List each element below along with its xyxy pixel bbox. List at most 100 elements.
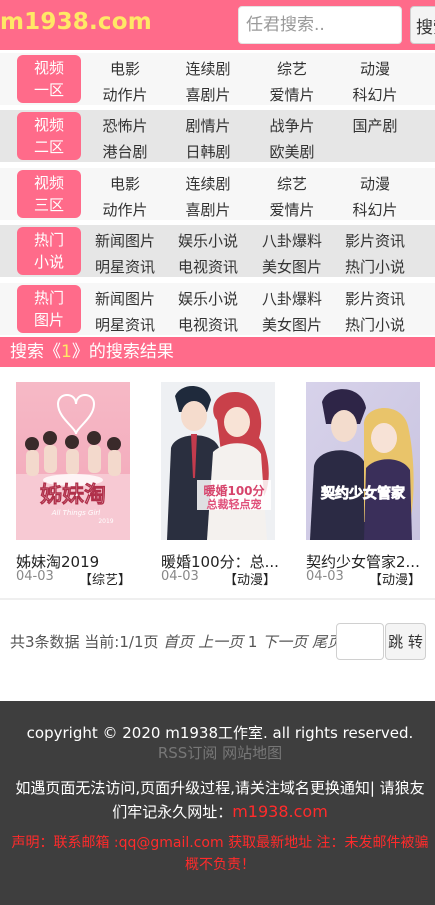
category-link[interactable]: 国产剧	[335, 115, 415, 136]
poster-image[interactable]: 契约少女管家	[306, 382, 420, 540]
poster-title: 契约少女管家	[320, 485, 406, 502]
notice-text: 如遇页面无法访问,页面升级过程,请关注域名更换通知| 请狼友们牢记永久网址：	[15, 779, 425, 821]
page-summary: 共3条数据 当前:1/1页	[10, 633, 159, 651]
category-label-line2: 图片	[33, 311, 64, 329]
category-label-line1: 视频	[33, 116, 64, 134]
category-link[interactable]: 科幻片	[335, 84, 415, 105]
result-date: 04-03	[161, 569, 199, 584]
category-link[interactable]: 科幻片	[335, 199, 415, 220]
category-link[interactable]: 动漫	[335, 58, 415, 79]
result-category: 【综艺】	[78, 573, 131, 588]
category-link[interactable]: 电影	[85, 173, 165, 194]
current-page: 1	[247, 633, 258, 651]
copyright-line: copyright © 2020 m1938工作室. all rights re…	[10, 723, 430, 763]
category-link[interactable]: 明星资讯	[85, 256, 165, 277]
next-page-link[interactable]: 下一页	[262, 633, 307, 651]
category-link[interactable]: 新闻图片	[85, 230, 165, 251]
category-label[interactable]: 视频 三区	[17, 170, 81, 218]
poster-year: 2019	[98, 518, 113, 525]
category-link[interactable]: 明星资讯	[85, 314, 165, 335]
category-link[interactable]: 热门小说	[335, 256, 415, 277]
search-button[interactable]: 搜索	[410, 6, 435, 44]
category-link[interactable]: 动漫	[335, 173, 415, 194]
category-link[interactable]: 新闻图片	[85, 288, 165, 309]
sitemap-link[interactable]: 网站地图	[222, 744, 282, 762]
category-link[interactable]: 电视资讯	[168, 314, 248, 335]
category-row: 视频 三区 电影 连续剧 综艺 动漫 动作片 喜剧片 爱情片 科幻片	[0, 168, 435, 220]
category-link[interactable]: 热门小说	[335, 314, 415, 335]
disclaimer-text: 声明：联系邮箱 :qq@gmail.com 获取最新地址 注：未发邮件被骗概不负…	[11, 835, 429, 873]
category-link[interactable]: 影片资讯	[335, 288, 415, 309]
permanent-domain-link[interactable]: m1938.com	[232, 802, 328, 821]
category-label-line2: 三区	[33, 196, 64, 214]
category-label[interactable]: 热门 图片	[17, 285, 81, 333]
category-link[interactable]: 动作片	[85, 199, 165, 220]
category-link[interactable]: 综艺	[252, 58, 332, 79]
search-input[interactable]	[238, 6, 402, 44]
category-row: 热门 图片 新闻图片 娱乐小说 八卦爆料 影片资讯 明星资讯 电视资讯 美女图片 热门小说	[0, 283, 435, 335]
category-link[interactable]: 八卦爆料	[252, 288, 332, 309]
category-label-line1: 热门	[33, 289, 64, 307]
category-label-line2: 一区	[33, 81, 64, 99]
poster-title: 暖婚100分	[203, 483, 264, 498]
category-row: 视频 二区 恐怖片 剧情片 战争片 国产剧 港台剧 日韩剧 欧美剧	[0, 110, 435, 162]
site-logo[interactable]: m1938.com	[0, 9, 152, 35]
site-footer: copyright © 2020 m1938工作室. all rights re…	[0, 701, 435, 905]
category-link[interactable]: 爱情片	[252, 199, 332, 220]
poster-image[interactable]: 暖婚100分 总裁轻点宠	[161, 382, 275, 540]
category-link[interactable]: 美女图片	[252, 256, 332, 277]
category-row: 视频 一区 电影 连续剧 综艺 动漫 动作片 喜剧片 爱情片 科幻片	[0, 53, 435, 105]
result-date: 04-03	[16, 569, 54, 584]
category-label[interactable]: 视频 一区	[17, 55, 81, 103]
category-link[interactable]: 日韩剧	[168, 141, 248, 162]
category-label-line2: 二区	[33, 138, 64, 156]
category-link[interactable]: 美女图片	[252, 314, 332, 335]
result-category: 【动漫】	[223, 573, 276, 588]
page-number-input[interactable]	[336, 623, 384, 660]
category-link[interactable]: 娱乐小说	[168, 230, 248, 251]
category-link[interactable]: 连续剧	[168, 58, 248, 79]
first-page-link[interactable]: 首页	[163, 633, 193, 651]
category-link[interactable]: 喜剧片	[168, 84, 248, 105]
category-link[interactable]: 综艺	[252, 173, 332, 194]
category-link[interactable]: 港台剧	[85, 141, 165, 162]
category-link[interactable]: 爱情片	[252, 84, 332, 105]
category-link[interactable]: 动作片	[85, 84, 165, 105]
result-category: 【动漫】	[368, 573, 421, 588]
results-prefix: 搜索《	[10, 342, 61, 362]
category-link[interactable]: 喜剧片	[168, 199, 248, 220]
category-label-line1: 视频	[33, 59, 64, 77]
category-link[interactable]: 影片资讯	[335, 230, 415, 251]
category-row: 热门 小说 新闻图片 娱乐小说 八卦爆料 影片资讯 明星资讯 电视资讯 美女图片 热门小说	[0, 225, 435, 277]
result-date: 04-03	[306, 569, 344, 584]
results-suffix: 》的搜索结果	[71, 342, 174, 362]
category-link[interactable]: 战争片	[252, 115, 332, 136]
section-divider	[0, 598, 435, 600]
prev-page-link[interactable]: 上一页	[198, 633, 243, 651]
category-link[interactable]: 恐怖片	[85, 115, 165, 136]
poster-subtitle: 总裁轻点宠	[207, 497, 262, 511]
copyright-text: copyright © 2020 m1938工作室. all rights re…	[26, 724, 414, 742]
site-header: m1938.com 搜索	[0, 0, 435, 50]
result-card[interactable]: 姊妹淘 All Things Girl 2019 姊妹淘 2019 04-03 【…	[16, 382, 134, 588]
category-link[interactable]: 娱乐小说	[168, 288, 248, 309]
poster-title: 姊妹淘	[40, 482, 106, 508]
poster-subtitle: All Things Girl	[51, 509, 101, 517]
category-link[interactable]: 八卦爆料	[252, 230, 332, 251]
category-label[interactable]: 热门 小说	[17, 227, 81, 275]
result-card[interactable]: 契约少女管家 契约少女管家2... 04-03 【动漫】	[306, 382, 424, 588]
pagination: 共3条数据 当前:1/1页 首页 上一页 1 下一页 尾页	[10, 631, 342, 652]
category-label-line1: 视频	[33, 174, 64, 192]
domain-notice: 如遇页面无法访问,页面升级过程,请关注域名更换通知| 请狼友们牢记永久网址：m1…	[10, 776, 430, 824]
result-card[interactable]: 暖婚100分 总裁轻点宠 暖婚100分：总... 04-03 【动漫】	[161, 382, 279, 588]
category-link[interactable]: 电影	[85, 58, 165, 79]
jump-button[interactable]: 跳 转	[385, 623, 426, 660]
category-link[interactable]: 剧情片	[168, 115, 248, 136]
search-results-heading: 搜索《1》的搜索结果	[0, 337, 435, 367]
category-link[interactable]: 欧美剧	[252, 141, 332, 162]
category-label[interactable]: 视频 二区	[17, 112, 81, 160]
category-link[interactable]: 电视资讯	[168, 256, 248, 277]
rss-link[interactable]: RSS订阅	[158, 744, 217, 762]
poster-image[interactable]: 姊妹淘 All Things Girl 2019	[16, 382, 130, 540]
category-link[interactable]: 连续剧	[168, 173, 248, 194]
